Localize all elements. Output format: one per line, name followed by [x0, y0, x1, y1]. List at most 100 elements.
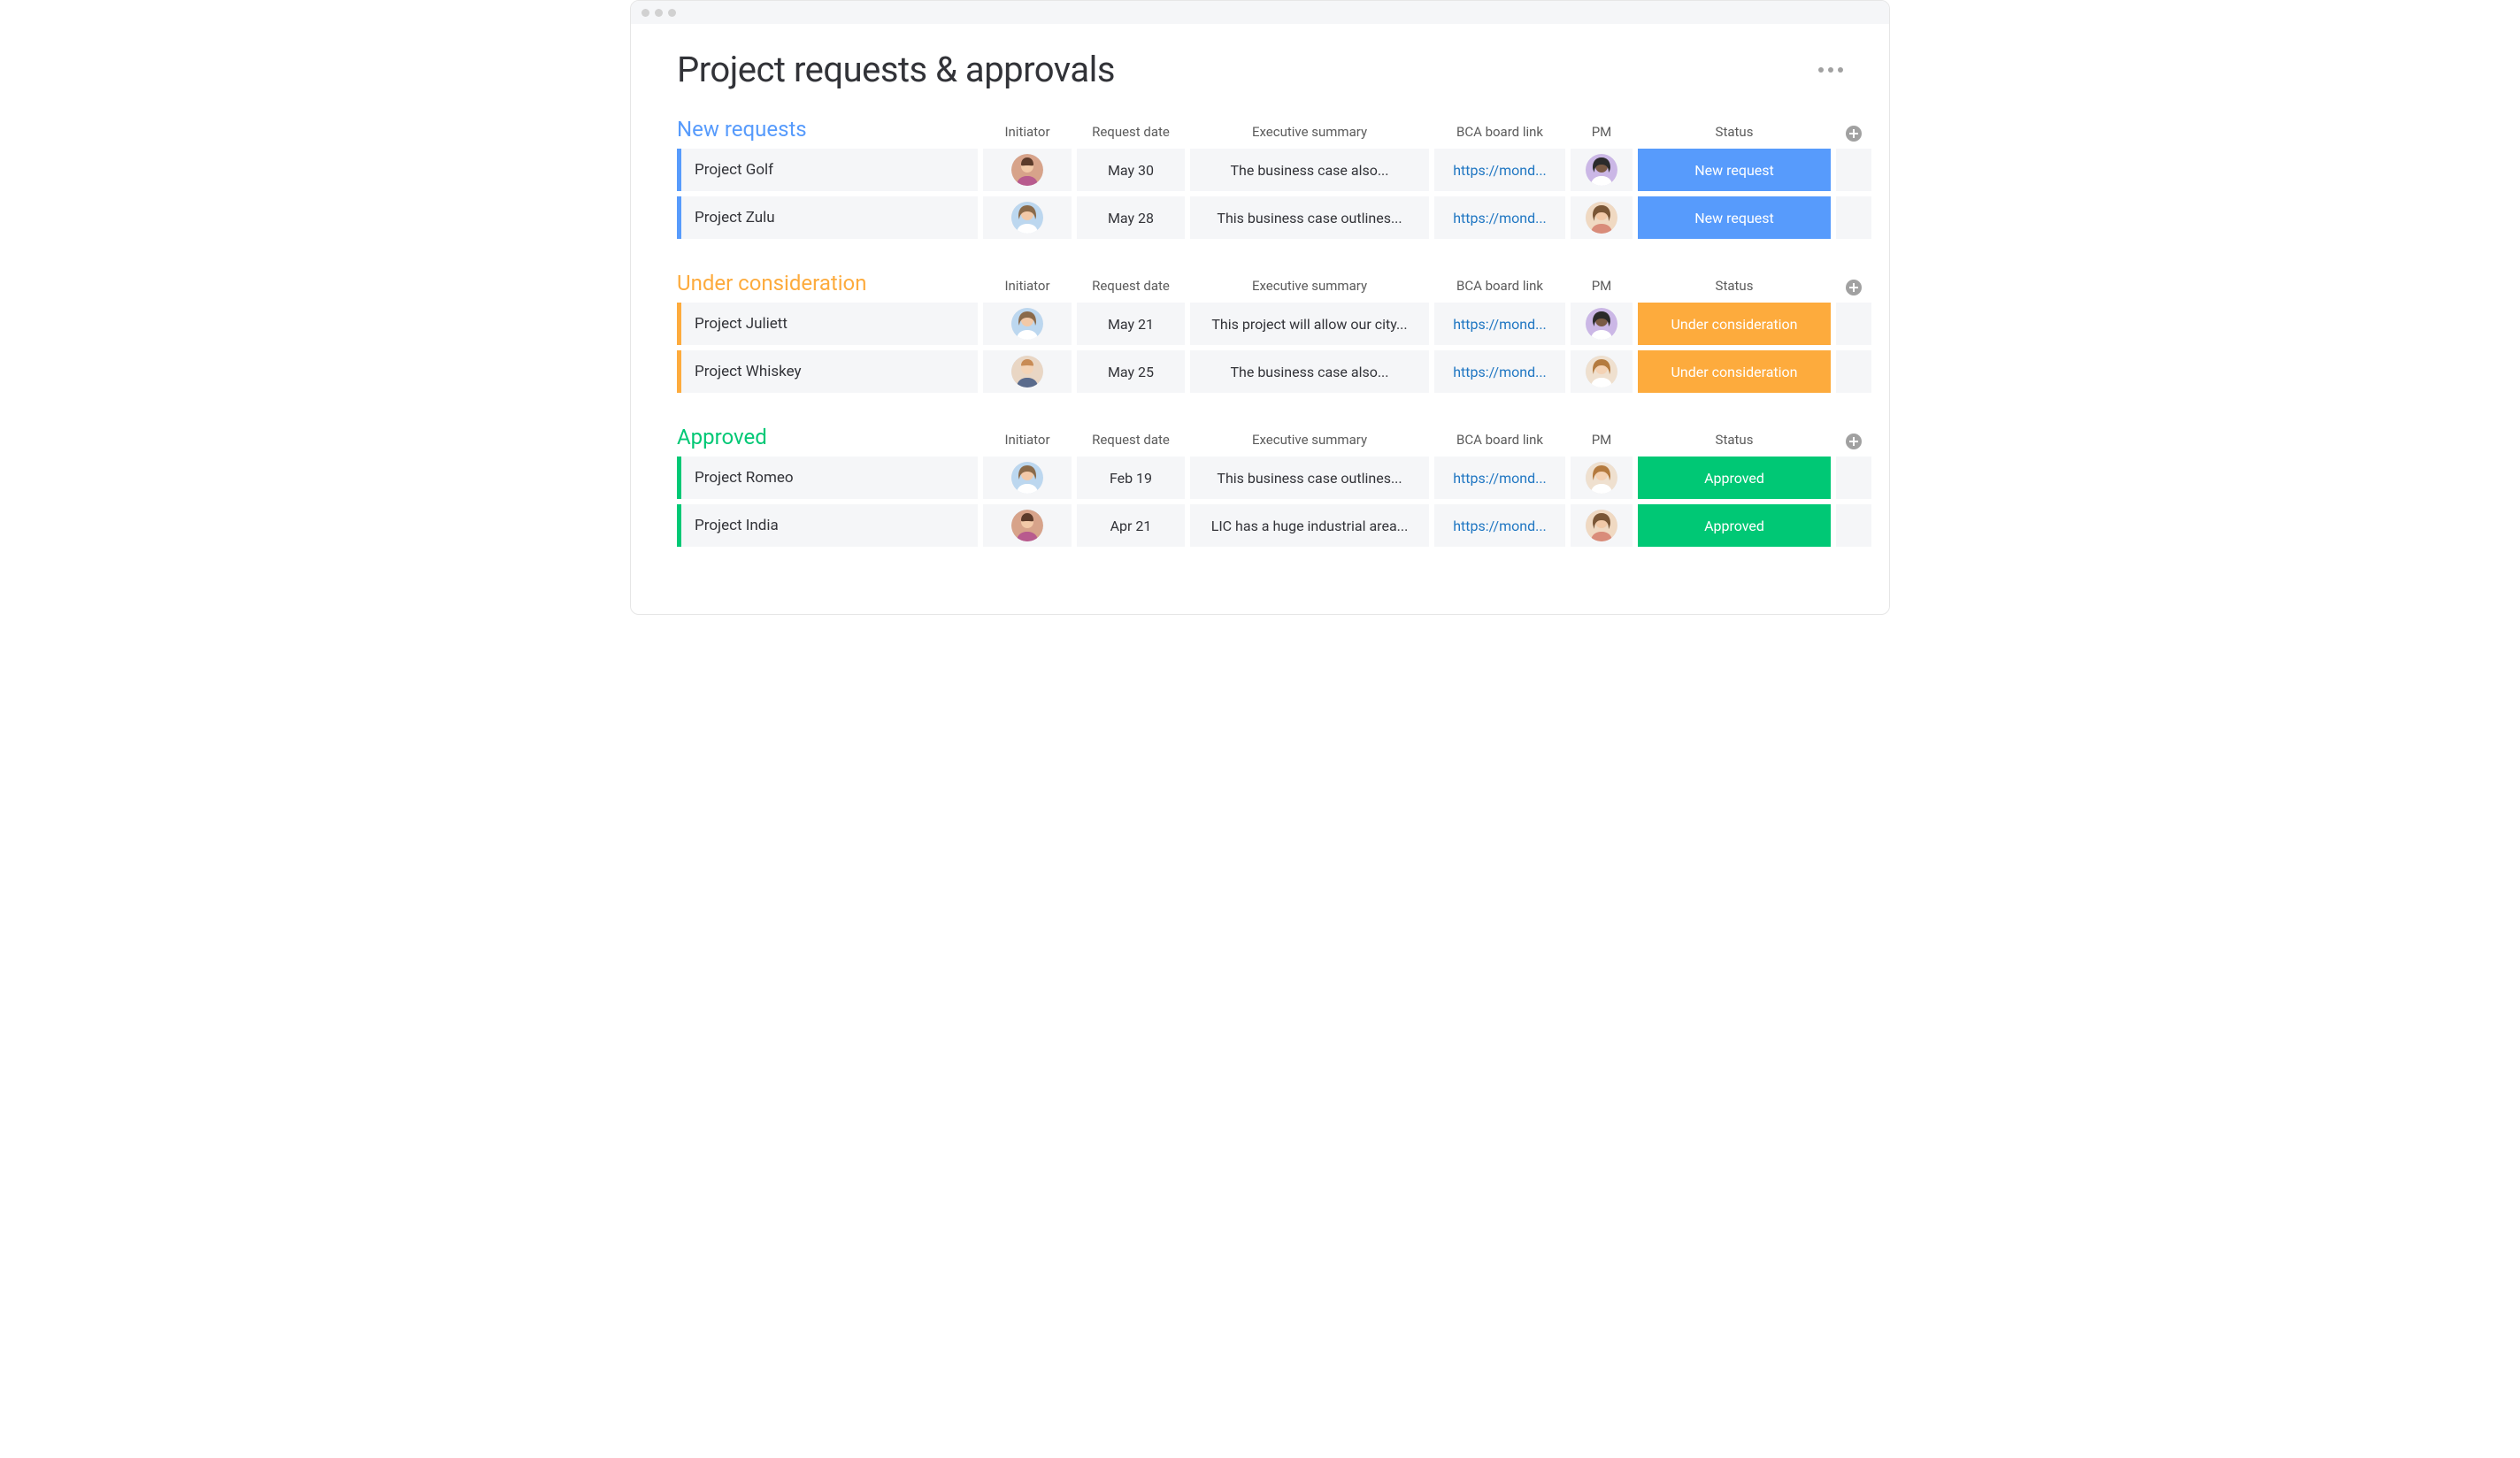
- cell-bca-link[interactable]: https://mond...: [1434, 196, 1565, 239]
- column-header-summary[interactable]: Executive summary: [1190, 124, 1429, 143]
- page-header: Project requests & approvals: [677, 49, 1843, 90]
- cell-status[interactable]: Approved: [1638, 457, 1831, 499]
- cell-pm[interactable]: [1571, 504, 1633, 547]
- cell-name[interactable]: Project Romeo: [677, 457, 978, 499]
- table-row[interactable]: Project Golf May 30 The business case al…: [677, 149, 1843, 191]
- table-row[interactable]: Project Zulu May 28 This business case o…: [677, 196, 1843, 239]
- more-menu-icon[interactable]: [1818, 67, 1843, 73]
- column-header-request-date[interactable]: Request date: [1077, 278, 1185, 297]
- column-header-summary[interactable]: Executive summary: [1190, 432, 1429, 451]
- column-header-request-date[interactable]: Request date: [1077, 124, 1185, 143]
- add-column-button[interactable]: [1836, 126, 1871, 143]
- cell-summary[interactable]: LIC has a huge industrial area...: [1190, 504, 1429, 547]
- cell-trailing: [1836, 196, 1871, 239]
- cell-request-date[interactable]: Apr 21: [1077, 504, 1185, 547]
- cell-bca-link[interactable]: https://mond...: [1434, 504, 1565, 547]
- cell-initiator[interactable]: [983, 504, 1072, 547]
- group-title[interactable]: Under consideration: [677, 271, 978, 297]
- column-header-initiator[interactable]: Initiator: [983, 124, 1072, 143]
- avatar[interactable]: [1586, 308, 1617, 340]
- cell-request-date[interactable]: Feb 19: [1077, 457, 1185, 499]
- group-header: New requests Initiator Request date Exec…: [677, 117, 1843, 143]
- cell-trailing: [1836, 504, 1871, 547]
- cell-request-date[interactable]: May 21: [1077, 303, 1185, 345]
- column-header-initiator[interactable]: Initiator: [983, 432, 1072, 451]
- cell-pm[interactable]: [1571, 303, 1633, 345]
- cell-name[interactable]: Project India: [677, 504, 978, 547]
- cell-initiator[interactable]: [983, 457, 1072, 499]
- cell-summary[interactable]: This business case outlines...: [1190, 457, 1429, 499]
- cell-status[interactable]: New request: [1638, 196, 1831, 239]
- avatar[interactable]: [1011, 462, 1043, 494]
- page-title: Project requests & approvals: [677, 49, 1115, 90]
- group-approved: Approved Initiator Request date Executiv…: [677, 425, 1843, 547]
- cell-pm[interactable]: [1571, 457, 1633, 499]
- cell-bca-link[interactable]: https://mond...: [1434, 149, 1565, 191]
- avatar[interactable]: [1011, 356, 1043, 388]
- cell-initiator[interactable]: [983, 303, 1072, 345]
- add-column-button[interactable]: [1836, 280, 1871, 297]
- column-header-bca-link[interactable]: BCA board link: [1434, 124, 1565, 143]
- cell-status[interactable]: Approved: [1638, 504, 1831, 547]
- column-header-status[interactable]: Status: [1638, 432, 1831, 451]
- group-title[interactable]: New requests: [677, 117, 978, 143]
- window-control-dot[interactable]: [668, 9, 676, 17]
- cell-trailing: [1836, 303, 1871, 345]
- avatar[interactable]: [1011, 202, 1043, 234]
- column-header-request-date[interactable]: Request date: [1077, 432, 1185, 451]
- plus-icon: [1846, 126, 1862, 142]
- cell-summary[interactable]: The business case also...: [1190, 350, 1429, 393]
- cell-pm[interactable]: [1571, 350, 1633, 393]
- cell-status[interactable]: New request: [1638, 149, 1831, 191]
- column-header-bca-link[interactable]: BCA board link: [1434, 278, 1565, 297]
- window-control-dot[interactable]: [655, 9, 663, 17]
- cell-name[interactable]: Project Zulu: [677, 196, 978, 239]
- column-header-pm[interactable]: PM: [1571, 124, 1633, 143]
- table-row[interactable]: Project Juliett May 21 This project will…: [677, 303, 1843, 345]
- avatar[interactable]: [1586, 462, 1617, 494]
- column-header-status[interactable]: Status: [1638, 278, 1831, 297]
- avatar[interactable]: [1586, 510, 1617, 541]
- group-title[interactable]: Approved: [677, 425, 978, 451]
- cell-request-date[interactable]: May 28: [1077, 196, 1185, 239]
- cell-name[interactable]: Project Juliett: [677, 303, 978, 345]
- avatar[interactable]: [1586, 202, 1617, 234]
- cell-summary[interactable]: This business case outlines...: [1190, 196, 1429, 239]
- avatar[interactable]: [1011, 308, 1043, 340]
- avatar[interactable]: [1586, 154, 1617, 186]
- cell-initiator[interactable]: [983, 149, 1072, 191]
- cell-initiator[interactable]: [983, 196, 1072, 239]
- cell-bca-link[interactable]: https://mond...: [1434, 457, 1565, 499]
- cell-name[interactable]: Project Golf: [677, 149, 978, 191]
- cell-bca-link[interactable]: https://mond...: [1434, 303, 1565, 345]
- avatar[interactable]: [1011, 154, 1043, 186]
- column-header-summary[interactable]: Executive summary: [1190, 278, 1429, 297]
- cell-status[interactable]: Under consideration: [1638, 303, 1831, 345]
- column-header-initiator[interactable]: Initiator: [983, 278, 1072, 297]
- column-header-bca-link[interactable]: BCA board link: [1434, 432, 1565, 451]
- cell-request-date[interactable]: May 25: [1077, 350, 1185, 393]
- cell-summary[interactable]: The business case also...: [1190, 149, 1429, 191]
- window-control-dot[interactable]: [642, 9, 649, 17]
- group-new: New requests Initiator Request date Exec…: [677, 117, 1843, 239]
- cell-summary[interactable]: This project will allow our city...: [1190, 303, 1429, 345]
- column-header-pm[interactable]: PM: [1571, 432, 1633, 451]
- avatar[interactable]: [1011, 510, 1043, 541]
- cell-pm[interactable]: [1571, 149, 1633, 191]
- plus-icon: [1846, 434, 1862, 449]
- cell-name[interactable]: Project Whiskey: [677, 350, 978, 393]
- cell-trailing: [1836, 149, 1871, 191]
- table-row[interactable]: Project Whiskey May 25 The business case…: [677, 350, 1843, 393]
- cell-request-date[interactable]: May 30: [1077, 149, 1185, 191]
- group-under: Under consideration Initiator Request da…: [677, 271, 1843, 393]
- cell-bca-link[interactable]: https://mond...: [1434, 350, 1565, 393]
- table-row[interactable]: Project Romeo Feb 19 This business case …: [677, 457, 1843, 499]
- avatar[interactable]: [1586, 356, 1617, 388]
- table-row[interactable]: Project India Apr 21 LIC has a huge indu…: [677, 504, 1843, 547]
- column-header-status[interactable]: Status: [1638, 124, 1831, 143]
- column-header-pm[interactable]: PM: [1571, 278, 1633, 297]
- cell-pm[interactable]: [1571, 196, 1633, 239]
- cell-initiator[interactable]: [983, 350, 1072, 393]
- cell-status[interactable]: Under consideration: [1638, 350, 1831, 393]
- add-column-button[interactable]: [1836, 434, 1871, 451]
